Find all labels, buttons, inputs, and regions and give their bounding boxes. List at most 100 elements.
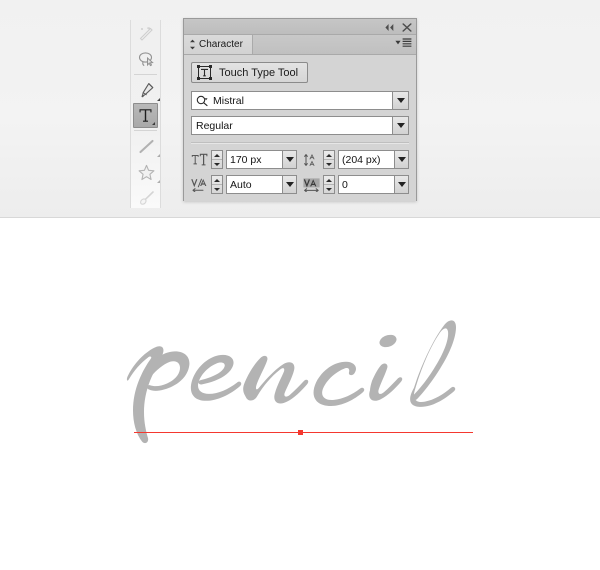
chevron-down-icon bbox=[397, 157, 406, 162]
close-panel-button[interactable] bbox=[402, 20, 412, 36]
text-anchor-point[interactable] bbox=[298, 430, 303, 435]
font-size-dropdown-button[interactable] bbox=[282, 150, 297, 169]
kerning-increment[interactable] bbox=[212, 176, 222, 185]
leading-increment[interactable] bbox=[324, 151, 334, 160]
font-style-input[interactable]: Regular bbox=[191, 116, 392, 135]
triangle-down-icon bbox=[214, 187, 220, 191]
tool-line-segment[interactable] bbox=[131, 133, 160, 159]
font-size-combo[interactable]: 170 px bbox=[226, 150, 297, 169]
tool-divider bbox=[134, 74, 157, 75]
touch-type-tool-button[interactable]: Touch Type Tool bbox=[191, 62, 309, 83]
kerning-tracking-row: Auto 0 bbox=[191, 175, 409, 194]
double-chevron-left-icon bbox=[385, 24, 394, 31]
chevron-down-icon bbox=[397, 182, 406, 187]
tab-character[interactable]: Character bbox=[184, 35, 253, 54]
tool-star-shape[interactable] bbox=[131, 159, 160, 185]
touch-type-tool-icon bbox=[197, 65, 212, 80]
tracking-dropdown-button[interactable] bbox=[394, 175, 409, 194]
text-baseline-indicator bbox=[134, 432, 473, 433]
chevron-down-icon bbox=[285, 157, 294, 162]
kerning-stepper[interactable] bbox=[211, 175, 223, 194]
font-style-dropdown-button[interactable] bbox=[392, 116, 409, 135]
tool-type[interactable] bbox=[133, 103, 158, 128]
line-flyout-indicator bbox=[157, 154, 160, 157]
font-family-dropdown-button[interactable] bbox=[392, 91, 409, 110]
chevron-down-icon bbox=[285, 182, 294, 187]
line-segment-icon bbox=[139, 139, 154, 153]
chevron-down-icon bbox=[396, 98, 405, 103]
star-icon bbox=[138, 164, 155, 180]
document-canvas[interactable] bbox=[0, 219, 600, 570]
font-style-row: Regular bbox=[191, 116, 409, 135]
leading-combo[interactable]: (204 px) bbox=[338, 150, 409, 169]
leading-stepper[interactable] bbox=[323, 150, 335, 169]
application-chrome-strip: Character Touch Type Tool Mistral Regula… bbox=[0, 0, 600, 218]
touch-type-tool-label: Touch Type Tool bbox=[219, 66, 299, 79]
leading-field: (204 px) bbox=[303, 150, 409, 169]
triangle-up-icon bbox=[326, 178, 332, 182]
leading-decrement[interactable] bbox=[324, 160, 334, 168]
pen-flyout-indicator bbox=[157, 98, 160, 101]
tracking-stepper[interactable] bbox=[323, 175, 335, 194]
triangle-up-icon bbox=[214, 153, 220, 157]
search-icon bbox=[196, 95, 209, 107]
tracking-input[interactable]: 0 bbox=[338, 175, 394, 194]
font-size-input[interactable]: 170 px bbox=[226, 150, 282, 169]
paintbrush-icon bbox=[140, 190, 154, 205]
font-family-value: Mistral bbox=[213, 94, 244, 107]
character-panel-tabrow: Character bbox=[184, 35, 416, 55]
leading-value: (204 px) bbox=[342, 153, 381, 166]
tool-lasso[interactable] bbox=[131, 46, 160, 72]
leading-glyph bbox=[304, 153, 315, 166]
leading-input[interactable]: (204 px) bbox=[338, 150, 394, 169]
hamburger-menu-icon bbox=[402, 38, 412, 47]
pencil-script-artwork[interactable] bbox=[120, 315, 490, 445]
leading-dropdown-button[interactable] bbox=[394, 150, 409, 169]
type-flyout-indicator bbox=[152, 122, 155, 125]
triangle-up-icon bbox=[326, 153, 332, 157]
tracking-combo[interactable]: 0 bbox=[338, 175, 409, 194]
font-style-value: Regular bbox=[196, 119, 233, 132]
tracking-value: 0 bbox=[342, 178, 348, 191]
tracking-icon bbox=[303, 177, 320, 192]
close-icon bbox=[402, 23, 412, 32]
font-size-field: 170 px bbox=[191, 150, 297, 169]
font-family-input[interactable]: Mistral bbox=[191, 91, 392, 110]
star-flyout-indicator bbox=[157, 180, 160, 183]
tool-paintbrush[interactable] bbox=[131, 185, 160, 208]
font-style-combo[interactable]: Regular bbox=[191, 116, 409, 135]
lasso-icon bbox=[138, 51, 154, 66]
font-size-stepper[interactable] bbox=[211, 150, 223, 169]
character-panel-body: Touch Type Tool Mistral Regular 170 px (… bbox=[184, 55, 416, 201]
triangle-down-icon bbox=[214, 162, 220, 166]
triangle-up-icon bbox=[214, 178, 220, 182]
font-family-row: Mistral bbox=[191, 91, 409, 110]
kerning-dropdown-button[interactable] bbox=[282, 175, 297, 194]
pen-icon bbox=[141, 82, 154, 97]
panel-grip-icon bbox=[190, 39, 195, 50]
kerning-icon bbox=[191, 178, 208, 192]
kerning-combo[interactable]: Auto bbox=[226, 175, 297, 194]
kerning-input[interactable]: Auto bbox=[226, 175, 282, 194]
kerning-decrement[interactable] bbox=[212, 185, 222, 193]
font-size-decrement[interactable] bbox=[212, 160, 222, 168]
panel-menu-button[interactable] bbox=[395, 38, 412, 47]
tracking-increment[interactable] bbox=[324, 176, 334, 185]
leading-icon bbox=[303, 153, 320, 167]
tracking-decrement[interactable] bbox=[324, 185, 334, 193]
font-size-increment[interactable] bbox=[212, 151, 222, 160]
panel-divider bbox=[191, 142, 409, 144]
font-family-combo[interactable]: Mistral bbox=[191, 91, 409, 110]
kerning-glyph bbox=[191, 178, 207, 192]
tracking-field: 0 bbox=[303, 175, 409, 194]
collapse-panel-button[interactable] bbox=[384, 20, 395, 36]
character-panel: Character Touch Type Tool Mistral Regula… bbox=[183, 18, 417, 201]
tool-magic-wand[interactable] bbox=[131, 20, 160, 46]
tracking-glyph bbox=[303, 177, 320, 192]
tool-pen[interactable] bbox=[131, 77, 160, 103]
size-leading-row: 170 px (204 px) bbox=[191, 150, 409, 169]
artwork-layer bbox=[0, 219, 600, 570]
tool-divider bbox=[134, 130, 157, 131]
kerning-value: Auto bbox=[230, 178, 252, 191]
kerning-field: Auto bbox=[191, 175, 297, 194]
